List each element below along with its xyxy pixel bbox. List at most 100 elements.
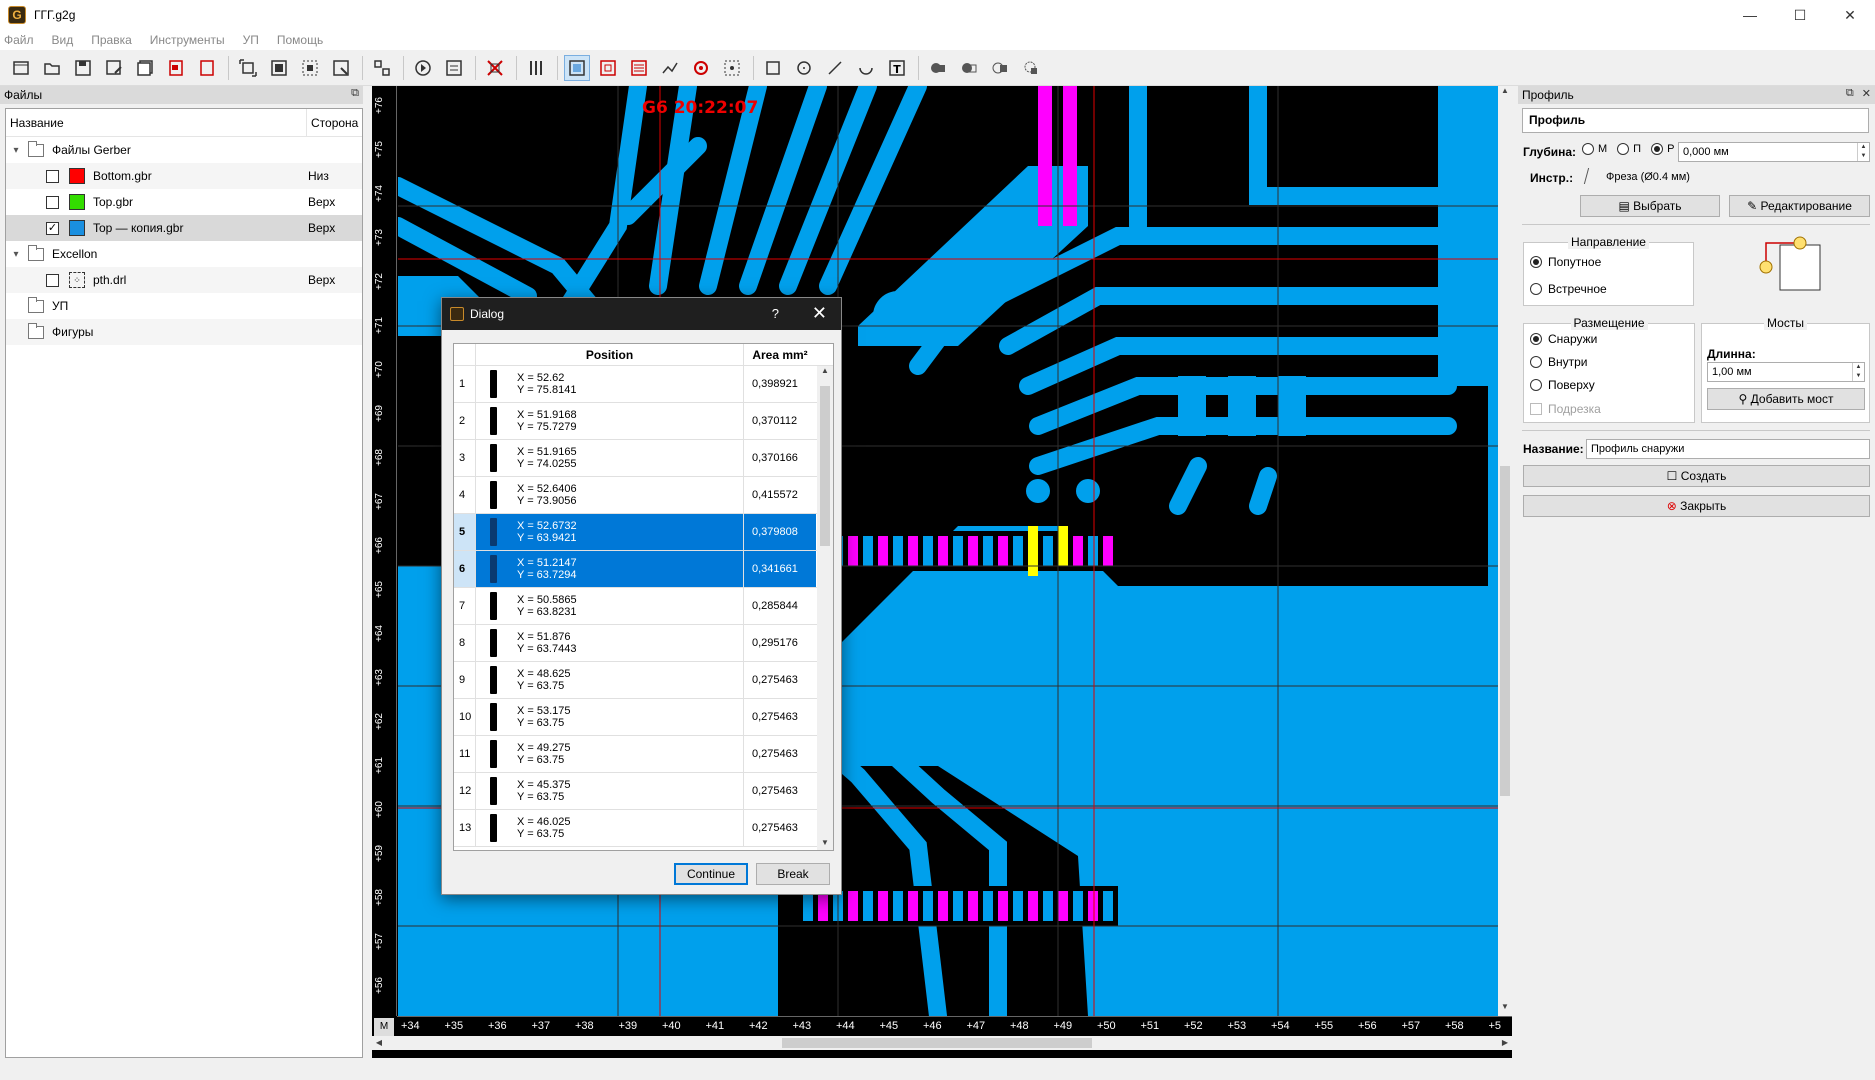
profile-tool-icon[interactable] [564,54,590,81]
zoom-selection-icon[interactable] [297,55,323,81]
float-dock-icon[interactable]: ⧉ [1846,87,1854,100]
tree-group-up[interactable]: УП [6,293,362,319]
column-name-header[interactable]: Название [6,116,306,130]
hatching-icon[interactable] [719,55,745,81]
edit-tool-button[interactable]: ✎ Редактирование [1729,195,1870,217]
close-window-button[interactable]: ✕ [1825,0,1875,30]
float-dock-icon[interactable]: ⧉ [351,87,359,100]
tree-item-top-copy[interactable]: ✓ Top — копия.gbr Верх [6,215,362,241]
zoom-window-icon[interactable] [328,55,354,81]
depth-radio-r[interactable] [1651,143,1664,155]
visibility-checkbox-checked[interactable]: ✓ [46,221,59,235]
menu-file[interactable]: Файл [4,33,34,47]
table-row[interactable]: 4 X = 52.6406 Y = 73.9056 0,415572 [454,477,833,514]
table-row[interactable]: 9 X = 48.625 Y = 63.75 0,275463 [454,662,833,699]
zero-point-icon[interactable] [482,55,508,81]
depth-radio-p[interactable] [1617,143,1630,155]
placement-on[interactable]: Поверху [1530,378,1595,392]
depth-input[interactable]: 0,000 мм ▲ ▼ [1678,142,1870,162]
scroll-thumb[interactable] [782,1038,1092,1048]
canvas-horizontal-scrollbar[interactable]: ◀ ▶ [372,1036,1512,1050]
table-row[interactable]: 7 X = 50.5865 Y = 63.8231 0,285844 [454,588,833,625]
placement-outside[interactable]: Снаружи [1530,332,1597,346]
radio-icon[interactable] [1530,333,1542,345]
direction-climb[interactable]: Попутное [1530,255,1601,269]
scroll-left-icon[interactable]: ◀ [372,1036,386,1050]
save-all-icon[interactable] [132,55,158,81]
spin-arrows-icon[interactable]: ▲ ▼ [1857,143,1869,161]
create-button[interactable]: ☐ Создать [1523,465,1870,487]
thermal-icon[interactable] [523,55,549,81]
drilling-icon[interactable] [688,55,714,81]
save-as-icon[interactable] [101,55,127,81]
tree-item-drill[interactable]: ⁘ pth.drl Верх [6,267,362,293]
intersection-icon[interactable] [987,55,1013,81]
add-bridge-button[interactable]: ⚲ Добавить мост [1707,388,1865,410]
radio-icon[interactable] [1530,356,1542,368]
difference-icon[interactable] [956,55,982,81]
gcode-list-icon[interactable] [441,55,467,81]
radio-icon[interactable] [1530,256,1542,268]
menu-tools[interactable]: Инструменты [150,33,225,47]
area-table[interactable]: Position Area mm² 1 X = 52.62 Y = 75.8141 0… [453,343,834,851]
menu-view[interactable]: Вид [52,33,74,47]
close-dock-icon[interactable]: ✕ [1862,87,1871,100]
layer-color-swatch[interactable] [69,168,85,184]
column-side-header[interactable]: Сторона [306,109,358,136]
tree-item-top[interactable]: Top.gbr Верх [6,189,362,215]
table-row[interactable]: 13 X = 46.025 Y = 63.75 0,275463 [454,810,833,847]
depth-radio-m[interactable] [1582,143,1594,155]
table-row[interactable]: 6 X = 51.2147 Y = 63.7294 0,341661 [454,551,833,588]
close-file-icon[interactable] [194,55,220,81]
minimize-button[interactable]: — [1725,0,1775,30]
pocket-raster-icon[interactable] [626,55,652,81]
bridge-length-input[interactable]: 1,00 мм ▲ ▼ [1707,362,1865,382]
table-row[interactable]: 8 X = 51.876 Y = 63.7443 0,295176 [454,625,833,662]
table-row[interactable]: 11 X = 49.275 Y = 63.75 0,275463 [454,736,833,773]
area-header[interactable]: Area mm² [744,344,816,365]
layer-color-swatch[interactable] [69,194,85,210]
new-file-icon[interactable] [8,55,34,81]
arc-shape-icon[interactable] [853,55,879,81]
scroll-thumb[interactable] [820,386,830,546]
direction-conventional[interactable]: Встречное [1530,282,1607,296]
canvas-vertical-scrollbar[interactable]: ▲ ▼ [1498,86,1512,1016]
menu-edit[interactable]: Правка [91,33,132,47]
export-pdf-icon[interactable] [163,55,189,81]
profile-name-input[interactable]: Профиль снаружи [1586,439,1870,459]
table-row[interactable]: 2 X = 51.9168 Y = 75.7279 0,370112 [454,403,833,440]
table-scrollbar[interactable]: ▲ ▼ [817,366,833,850]
table-row[interactable]: 1 X = 52.62 Y = 75.8141 0,398921 [454,366,833,403]
close-icon[interactable]: ✕ [812,303,827,324]
help-icon[interactable]: ? [772,306,779,321]
zoom-all-icon[interactable] [266,55,292,81]
tree-group-gerber[interactable]: ▾ Файлы Gerber [6,137,362,163]
scroll-down-icon[interactable]: ▼ [1498,1002,1512,1016]
menu-up[interactable]: УП [243,33,259,47]
ruler-icon[interactable] [369,55,395,81]
close-button[interactable]: ⊗ Закрыть [1523,495,1870,517]
placement-inside[interactable]: Внутри [1530,355,1588,369]
continue-button[interactable]: Continue [674,863,748,885]
scroll-down-icon[interactable]: ▼ [817,838,833,850]
position-header[interactable]: Position [476,344,744,365]
chevron-down-icon[interactable]: ▾ [10,249,22,260]
scroll-up-icon[interactable]: ▲ [1498,86,1512,100]
open-folder-icon[interactable] [39,55,65,81]
zoom-fit-icon[interactable] [235,55,261,81]
chevron-down-icon[interactable]: ▾ [10,145,22,156]
save-icon[interactable] [70,55,96,81]
tree-item-bottom[interactable]: Bottom.gbr Низ [6,163,362,189]
ruler-corner-button[interactable]: M [374,1018,394,1036]
scroll-thumb[interactable] [1500,466,1510,796]
scroll-right-icon[interactable]: ▶ [1498,1036,1512,1050]
table-row[interactable]: 10 X = 53.175 Y = 63.75 0,275463 [454,699,833,736]
radio-icon[interactable] [1530,379,1542,391]
circle-shape-icon[interactable] [791,55,817,81]
radio-icon[interactable] [1530,283,1542,295]
line-shape-icon[interactable] [822,55,848,81]
menu-help[interactable]: Помощь [277,33,323,47]
visibility-checkbox[interactable] [46,273,59,287]
maximize-button[interactable]: ☐ [1775,0,1825,30]
table-row[interactable]: 3 X = 51.9165 Y = 74.0255 0,370166 [454,440,833,477]
